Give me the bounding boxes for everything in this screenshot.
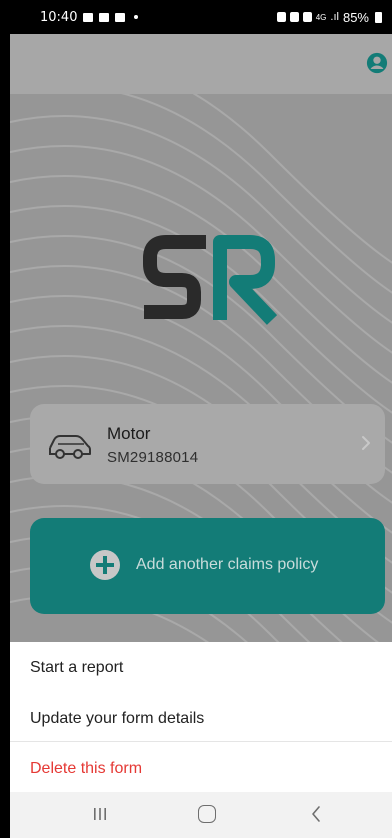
recents-icon[interactable] — [92, 807, 108, 821]
lock-icon — [276, 12, 286, 22]
battery-level: 85% — [342, 9, 369, 25]
mute-icon — [289, 12, 299, 22]
divider — [10, 741, 392, 742]
policy-type: Motor — [107, 424, 151, 443]
policy-number: SM29188014 — [107, 449, 199, 466]
plus-circle-icon — [90, 550, 120, 580]
chevron-right-icon — [362, 436, 370, 450]
more-notifications-icon — [134, 15, 139, 19]
home-icon[interactable] — [198, 805, 216, 823]
main-content: Motor SM29188014 Add another claims poli… — [10, 94, 392, 642]
screen: 10:40 4G .ıl 85% Motor SM29188014 Add an… — [10, 0, 392, 838]
account-circle-icon[interactable] — [366, 52, 388, 74]
battery-icon — [375, 11, 382, 23]
system-nav-bar — [10, 792, 392, 838]
start-report-option[interactable]: Start a report — [30, 659, 123, 677]
add-policy-button[interactable]: Add another claims policy — [30, 518, 385, 614]
bottom-sheet: Start a report Update your form details … — [10, 642, 392, 792]
mail-notification-icon — [115, 12, 126, 22]
calendar-notification-icon — [99, 12, 110, 22]
network-type: 4G — [315, 12, 327, 22]
gallery-notification-icon — [83, 12, 94, 22]
back-icon[interactable] — [310, 805, 322, 823]
status-bar: 10:40 4G .ıl 85% — [10, 0, 392, 34]
car-icon — [49, 435, 91, 459]
sr-logo — [143, 235, 278, 325]
policy-card[interactable]: Motor SM29188014 — [30, 404, 385, 484]
status-time: 10:40 — [40, 9, 78, 25]
bluetooth-icon — [302, 12, 312, 22]
app-bar — [10, 34, 392, 94]
delete-form-option[interactable]: Delete this form — [30, 760, 142, 778]
signal-icon: .ıl — [330, 11, 339, 23]
update-form-details-option[interactable]: Update your form details — [30, 710, 204, 728]
add-policy-label: Add another claims policy — [136, 556, 319, 573]
